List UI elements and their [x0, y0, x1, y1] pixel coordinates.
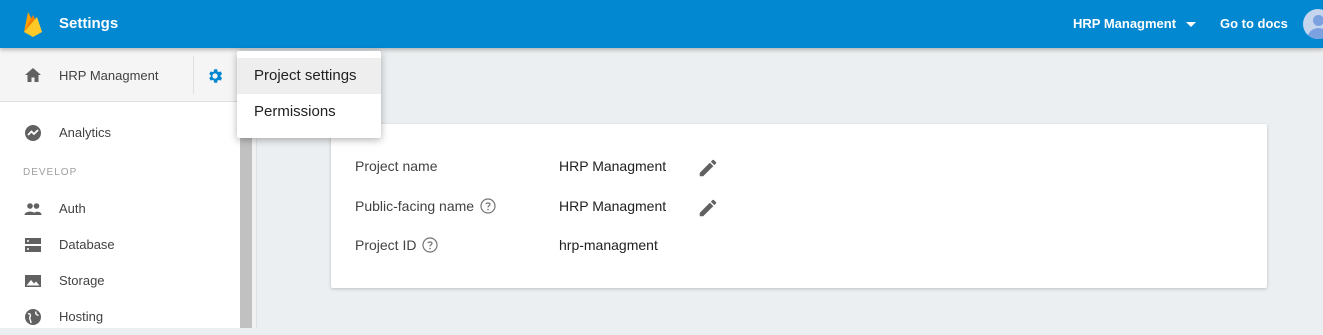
analytics-icon	[25, 125, 41, 141]
sidebar-item-hosting[interactable]: Hosting	[0, 299, 240, 335]
sidebar-item-database[interactable]: Database	[0, 227, 240, 263]
sidebar-item-auth[interactable]: Auth	[0, 191, 240, 227]
sidebar-item-storage[interactable]: Storage	[0, 263, 240, 299]
photo-icon	[25, 275, 41, 287]
project-switcher-label: HRP Managment	[1073, 16, 1177, 31]
project-name-value: HRP Managment	[559, 158, 667, 174]
sidebar-item-label: Database	[59, 237, 115, 252]
avatar-head	[1313, 15, 1323, 26]
project-name-label: Project name	[355, 158, 437, 174]
public-facing-name-label: Public-facing name	[355, 198, 496, 214]
help-circle-icon[interactable]	[422, 237, 439, 253]
label-text: Public-facing name	[355, 198, 475, 214]
sidebar-item-label: Auth	[59, 201, 86, 216]
avatar[interactable]	[1303, 9, 1323, 39]
edit-public-name-pencil-icon[interactable]	[697, 197, 719, 219]
page-title: Settings	[59, 15, 119, 32]
app-bar: Settings HRP Managment Go to docs	[0, 0, 1323, 48]
public-facing-name-value: HRP Managment	[559, 198, 667, 214]
menu-item-permissions[interactable]: Permissions	[237, 94, 381, 130]
sidebar-project-row: HRP Managment	[0, 48, 240, 102]
sidebar-project-name[interactable]: HRP Managment	[59, 68, 158, 83]
go-to-docs-link[interactable]: Go to docs	[1220, 16, 1288, 31]
help-circle-icon[interactable]	[480, 198, 496, 214]
menu-item-label: Project settings	[254, 67, 357, 84]
sidebar-item-label: Storage	[59, 273, 105, 288]
project-switcher[interactable]: HRP Managment	[1073, 16, 1197, 31]
project-settings-card: Project name HRP Managment Public-facing…	[331, 124, 1267, 288]
people-icon	[24, 203, 42, 215]
label-text: Project ID	[355, 237, 417, 253]
settings-dropdown-menu: Project settings Permissions	[237, 51, 381, 138]
menu-item-project-settings[interactable]: Project settings	[237, 58, 381, 94]
chevron-down-icon	[1186, 22, 1197, 27]
menu-item-label: Permissions	[254, 103, 336, 120]
project-id-label: Project ID	[355, 237, 439, 253]
firebase-logo-icon[interactable]	[21, 10, 45, 38]
gear-icon[interactable]	[206, 67, 224, 85]
sidebar-item-label: Analytics	[59, 125, 112, 140]
project-id-value: hrp-managment	[559, 237, 658, 253]
section-header-develop: DEVELOP	[23, 167, 78, 178]
sidebar-item-analytics[interactable]: Analytics	[0, 115, 240, 151]
sidebar: HRP Managment Analytics DEVELOP Auth Dat…	[0, 48, 240, 328]
avatar-body	[1307, 28, 1323, 39]
divider	[193, 56, 194, 94]
edit-project-name-pencil-icon[interactable]	[697, 157, 719, 179]
globe-icon	[25, 309, 41, 325]
home-icon[interactable]	[24, 67, 42, 83]
database-icon	[25, 238, 41, 252]
sidebar-item-label: Hosting	[59, 309, 104, 324]
label-text: Project name	[355, 158, 438, 174]
